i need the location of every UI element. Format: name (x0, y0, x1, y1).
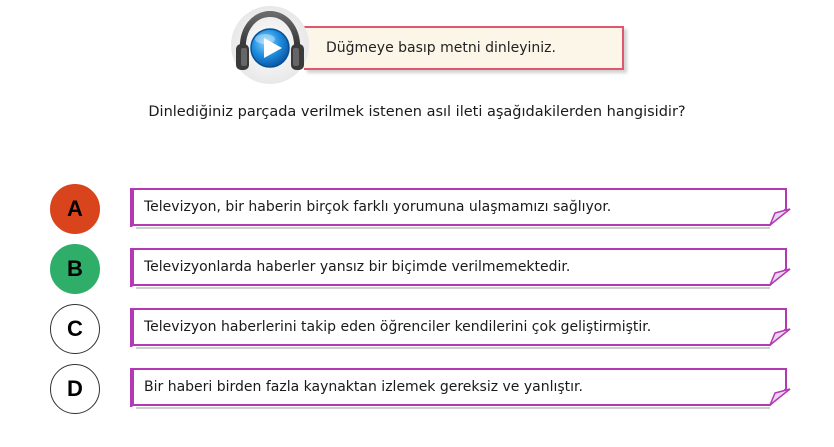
question-text: Dinlediğiniz parçada verilmek istenen as… (148, 104, 686, 120)
audio-instruction-box: Düğmeye basıp metni dinleyiniz. (304, 26, 624, 70)
option-b: B Televizyonlarda haberler yansız bir biç… (50, 244, 795, 294)
option-d: D Bir haberi birden fazla kaynaktan izlem… (50, 364, 795, 414)
option-c-text: Televizyon haberlerini takip eden öğrenc… (144, 319, 652, 335)
option-b-letter-button[interactable]: B (50, 244, 100, 294)
audio-prompt: Düğmeye basıp metni dinleyiniz. (229, 4, 629, 86)
option-d-text: Bir haberi birden fazla kaynaktan izleme… (144, 379, 583, 395)
option-d-letter-button[interactable]: D (50, 364, 100, 414)
option-a-answer-box[interactable]: Televizyon, bir haberin birçok farklı yo… (130, 187, 791, 231)
headphones-play-icon[interactable] (229, 4, 311, 86)
option-a: A Televizyon, bir haberin birçok farklı y… (50, 184, 795, 234)
option-b-answer-box[interactable]: Televizyonlarda haberler yansız bir biçi… (130, 247, 791, 291)
option-c-answer-box[interactable]: Televizyon haberlerini takip eden öğrenc… (130, 307, 791, 351)
option-a-letter-button[interactable]: A (50, 184, 100, 234)
option-c-letter-button[interactable]: C (50, 304, 100, 354)
option-d-answer-box[interactable]: Bir haberi birden fazla kaynaktan izleme… (130, 367, 791, 411)
option-c: C Televizyon haberlerini takip eden öğren… (50, 304, 795, 354)
option-a-text: Televizyon, bir haberin birçok farklı yo… (144, 199, 612, 215)
option-b-text: Televizyonlarda haberler yansız bir biçi… (144, 259, 571, 275)
audio-instruction-text: Düğmeye basıp metni dinleyiniz. (326, 40, 556, 56)
